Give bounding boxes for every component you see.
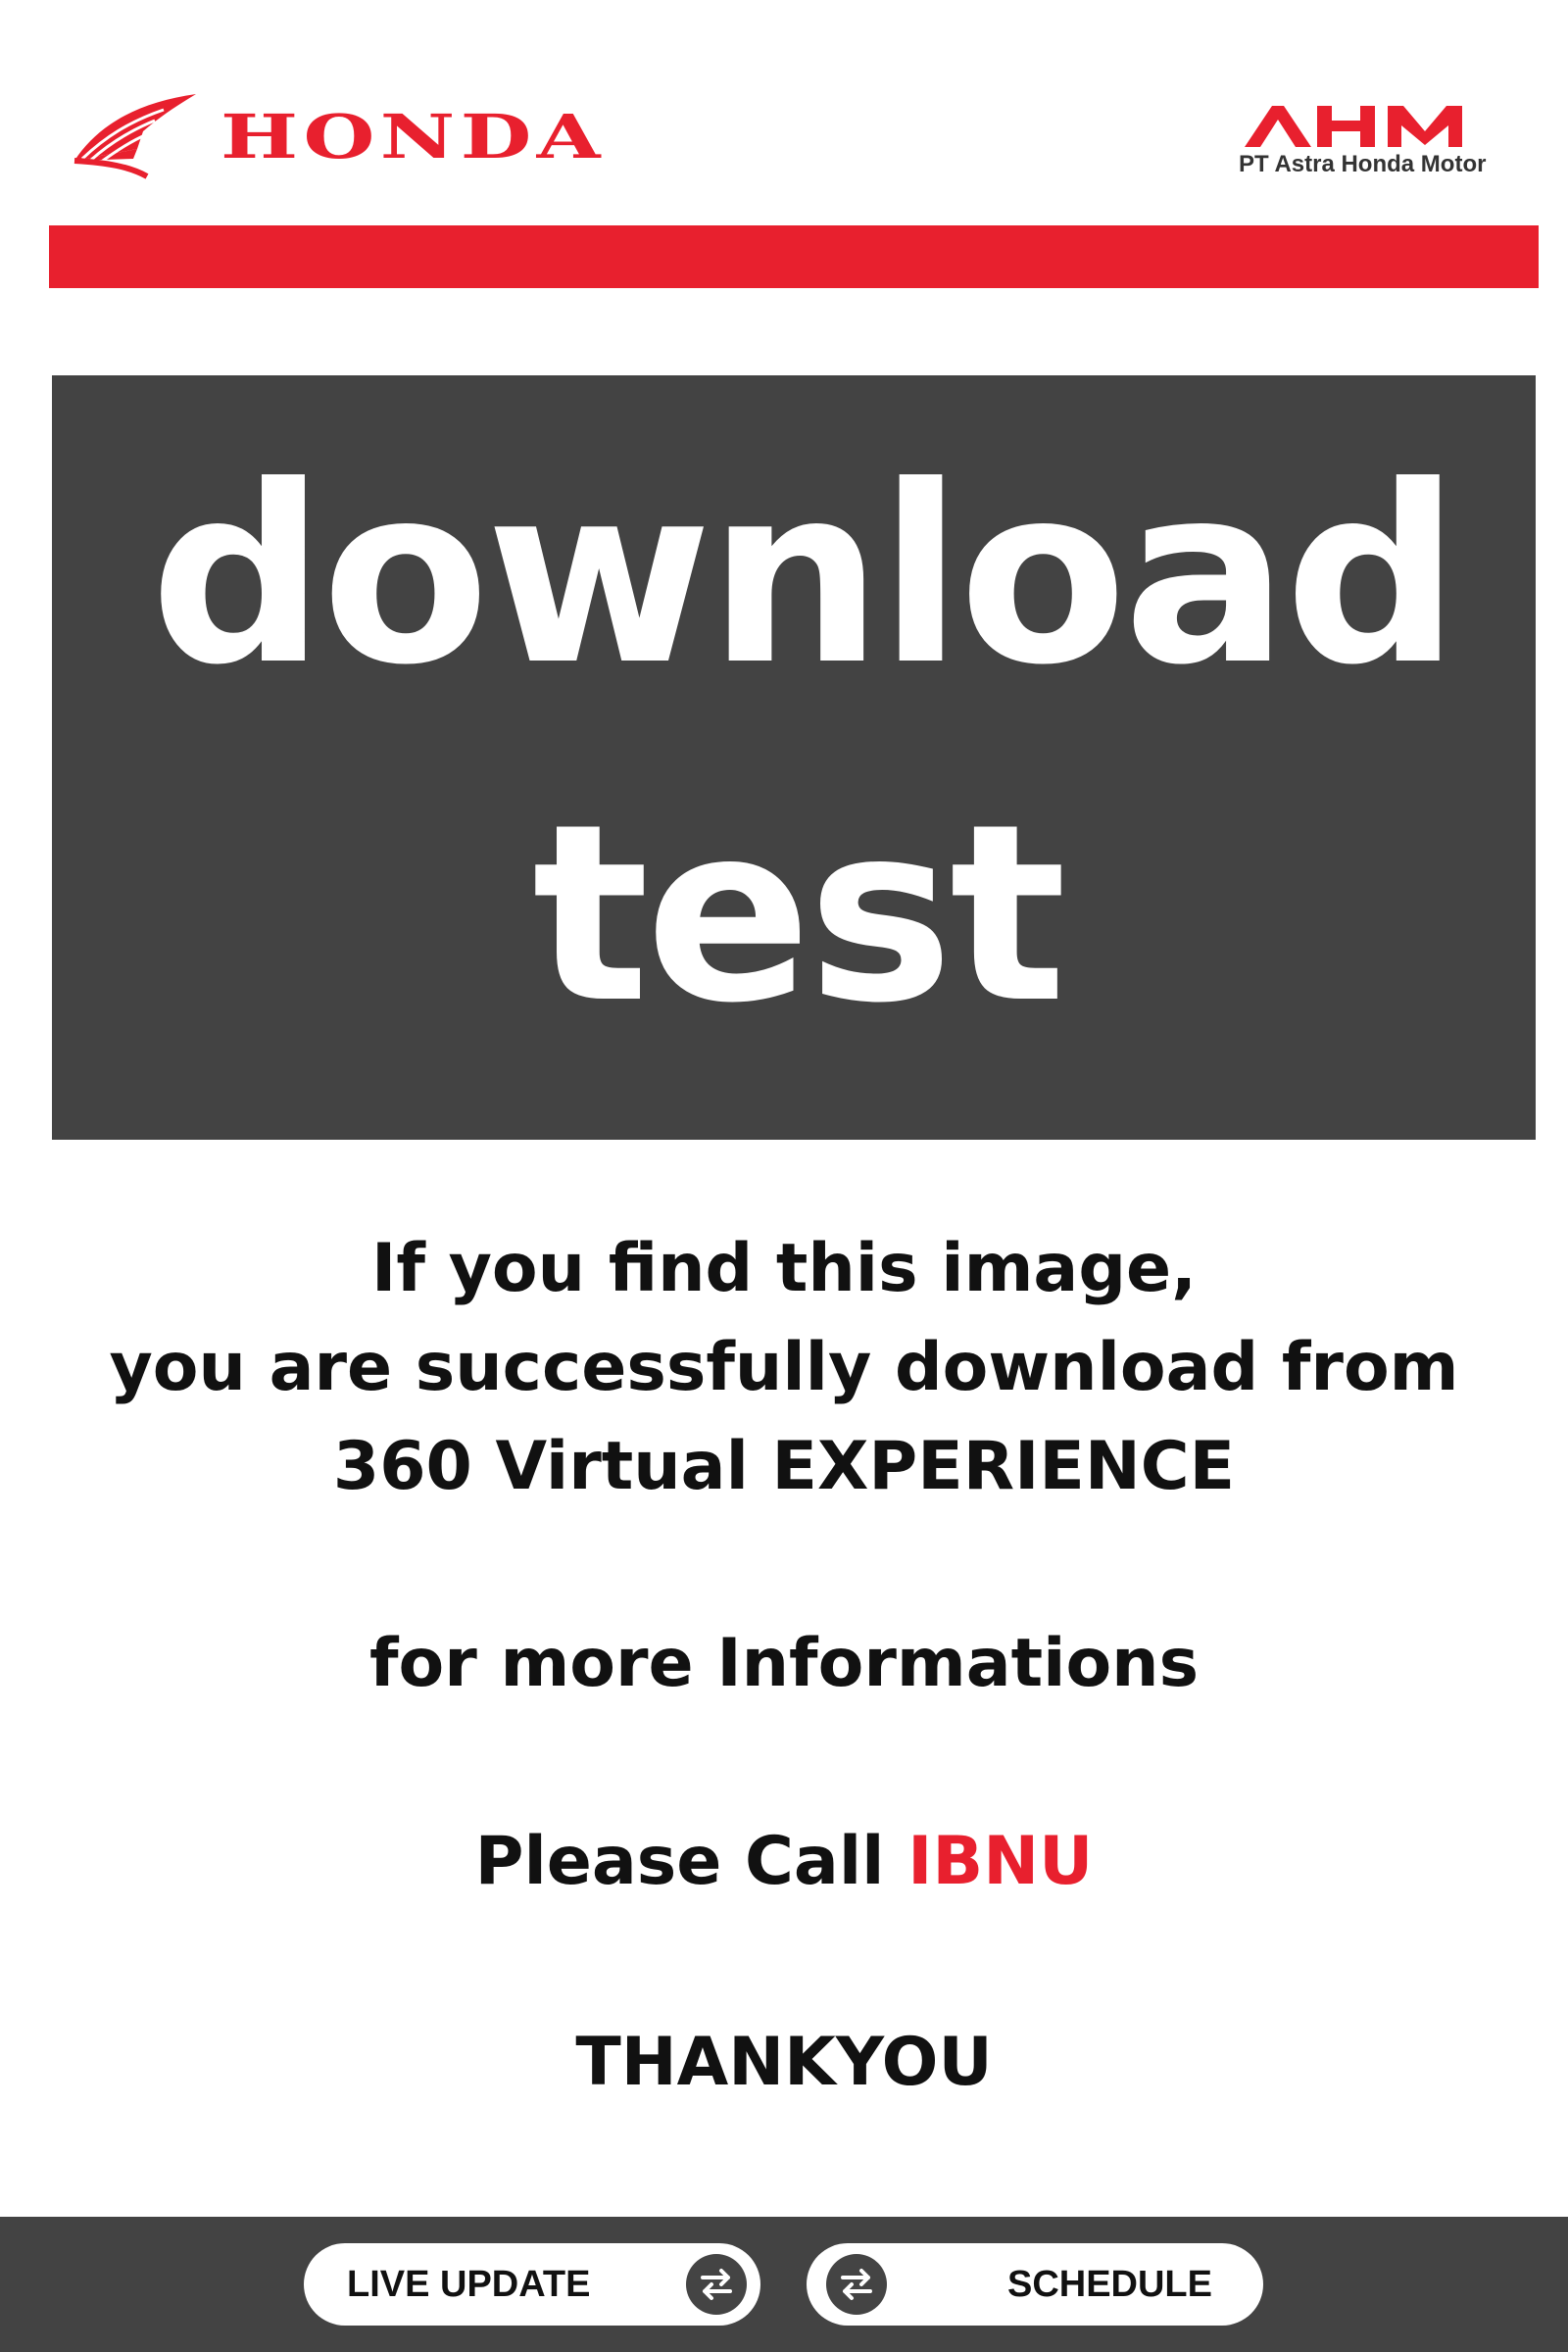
bottom-navigation-bar: LIVE UPDATE SCHEDULE (0, 2217, 1568, 2352)
honda-logo: HONDA (71, 90, 601, 183)
contact-message-prefix: Please Call (474, 1823, 908, 1900)
message-line-1: If you find this image, (371, 1230, 1197, 1307)
contact-name: IBNU (907, 1823, 1094, 1900)
banner-title-line-2: test (532, 771, 1066, 1056)
schedule-label: SCHEDULE (1006, 2263, 1212, 2305)
honda-wing-icon (74, 94, 196, 179)
swap-arrows-icon (826, 2254, 887, 2315)
download-test-banner: download test (52, 375, 1536, 1140)
banner-title-line-1: download (150, 433, 1460, 718)
live-update-label: LIVE UPDATE (347, 2263, 591, 2305)
honda-wordmark: HONDA (220, 100, 607, 172)
ahm-subtitle: PT Astra Honda Motor (1239, 151, 1487, 177)
swap-arrows-icon (686, 2254, 747, 2315)
message-line-4: for more Informations (368, 1625, 1200, 1702)
live-update-button[interactable]: LIVE UPDATE (304, 2243, 760, 2326)
message-line-3: 360 Virtual EXPERIENCE (332, 1428, 1236, 1505)
schedule-button[interactable]: SCHEDULE (807, 2243, 1263, 2326)
ahm-wordmark (1245, 106, 1462, 147)
red-divider-band (49, 225, 1539, 288)
contact-message: Please Call IBNU (0, 1813, 1568, 1911)
ahm-logo: PT Astra Honda Motor (1237, 102, 1501, 180)
thank-you-message: THANKYOU (575, 2024, 993, 2101)
message-line-2: you are successfully download from (109, 1329, 1459, 1406)
